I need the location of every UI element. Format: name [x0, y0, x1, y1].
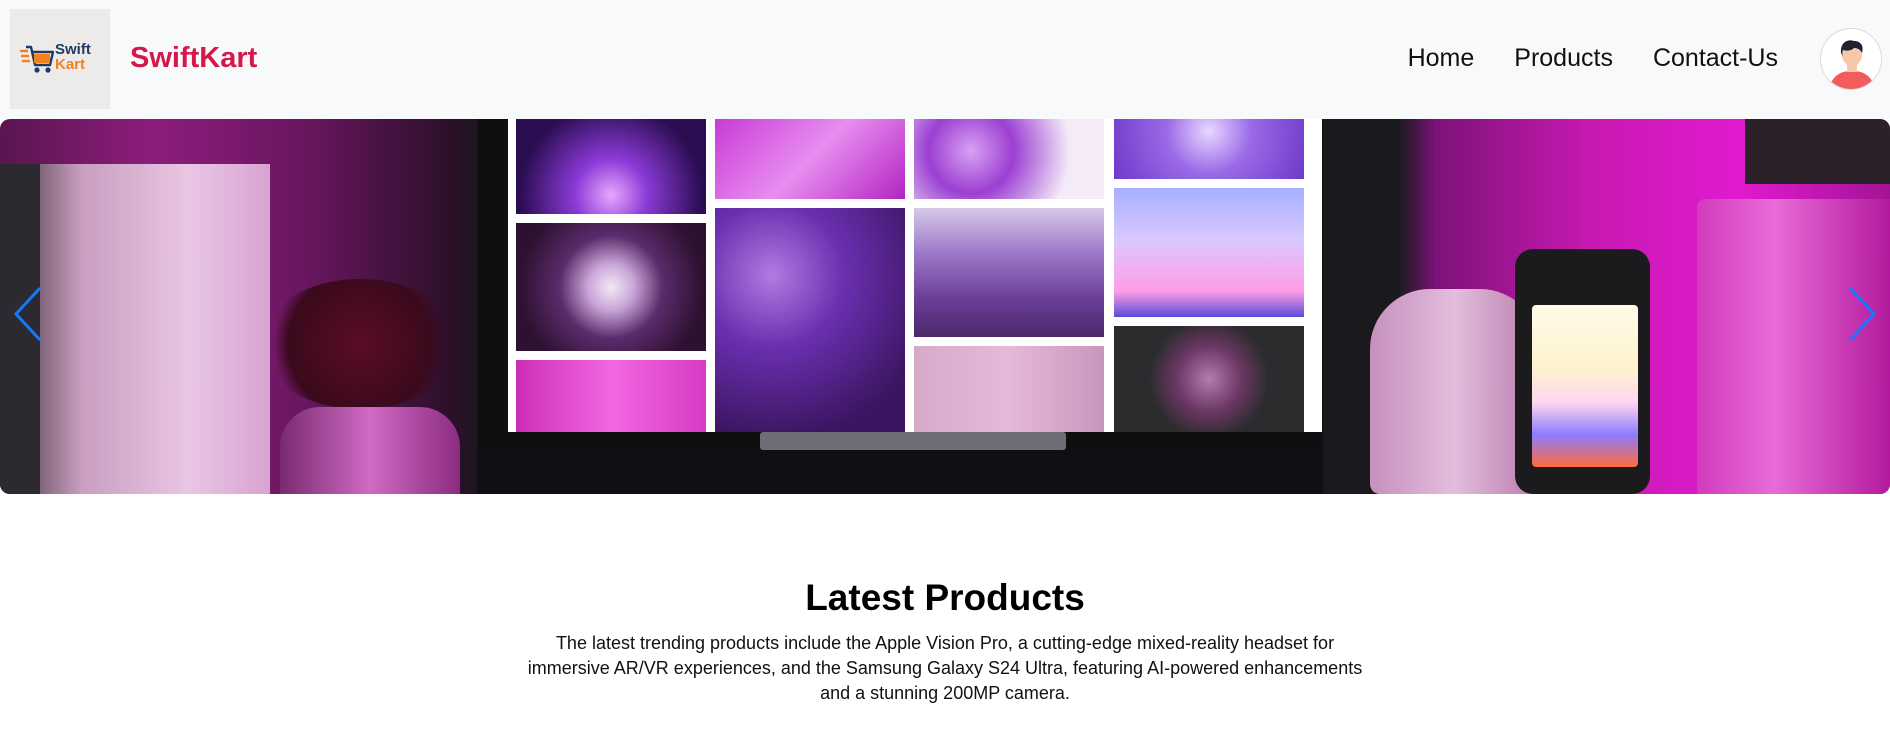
nav-link-contact-us[interactable]: Contact-Us	[1653, 44, 1778, 73]
chevron-left-icon	[13, 286, 42, 342]
carousel-next-button[interactable]	[1842, 279, 1882, 349]
screen-thumb	[516, 119, 706, 214]
screen-thumb	[914, 208, 1104, 337]
screen-thumb	[1114, 188, 1304, 317]
screen-thumb	[1114, 119, 1304, 179]
screen-thumb	[1114, 326, 1304, 432]
screen-thumb	[516, 360, 706, 432]
nav-link-home[interactable]: Home	[1408, 44, 1475, 73]
screen-thumb	[516, 223, 706, 351]
latest-products-description: The latest trending products include the…	[527, 633, 1363, 703]
main-nav: Home Products Contact-Us	[1408, 44, 1778, 73]
logo-text: Swift Kart	[55, 42, 91, 72]
carousel-image-phone-screen	[1532, 305, 1638, 467]
navbar: Swift Kart SwiftKart Home Products Conta…	[0, 0, 1890, 119]
carousel-image-dock	[760, 432, 1066, 450]
logo[interactable]: Swift Kart	[10, 9, 110, 109]
screen-thumb	[715, 208, 905, 432]
avatar-icon	[1821, 29, 1881, 89]
brand-name[interactable]: SwiftKart	[130, 42, 257, 75]
carousel-image-flowers	[260, 279, 460, 409]
carousel-prev-button[interactable]	[8, 279, 48, 349]
cart-icon	[20, 45, 54, 73]
carousel-image-monitor-base	[477, 450, 1323, 494]
latest-products-title: Latest Products	[805, 577, 1085, 618]
logo-text-swift: Swift	[55, 41, 91, 58]
hero-carousel	[0, 119, 1890, 494]
carousel-image-monitor-screen	[508, 119, 1322, 432]
screen-thumb	[914, 346, 1104, 432]
chevron-right-icon	[1848, 286, 1877, 342]
carousel-image-vase	[280, 407, 460, 494]
screen-thumb	[914, 119, 1104, 199]
nav-link-products[interactable]: Products	[1514, 44, 1613, 73]
carousel-image-speaker	[1745, 119, 1890, 184]
screen-thumb	[715, 119, 905, 199]
logo-text-kart: Kart	[55, 56, 86, 73]
logo-mark: Swift Kart	[20, 39, 100, 79]
user-avatar[interactable]	[1820, 28, 1882, 90]
